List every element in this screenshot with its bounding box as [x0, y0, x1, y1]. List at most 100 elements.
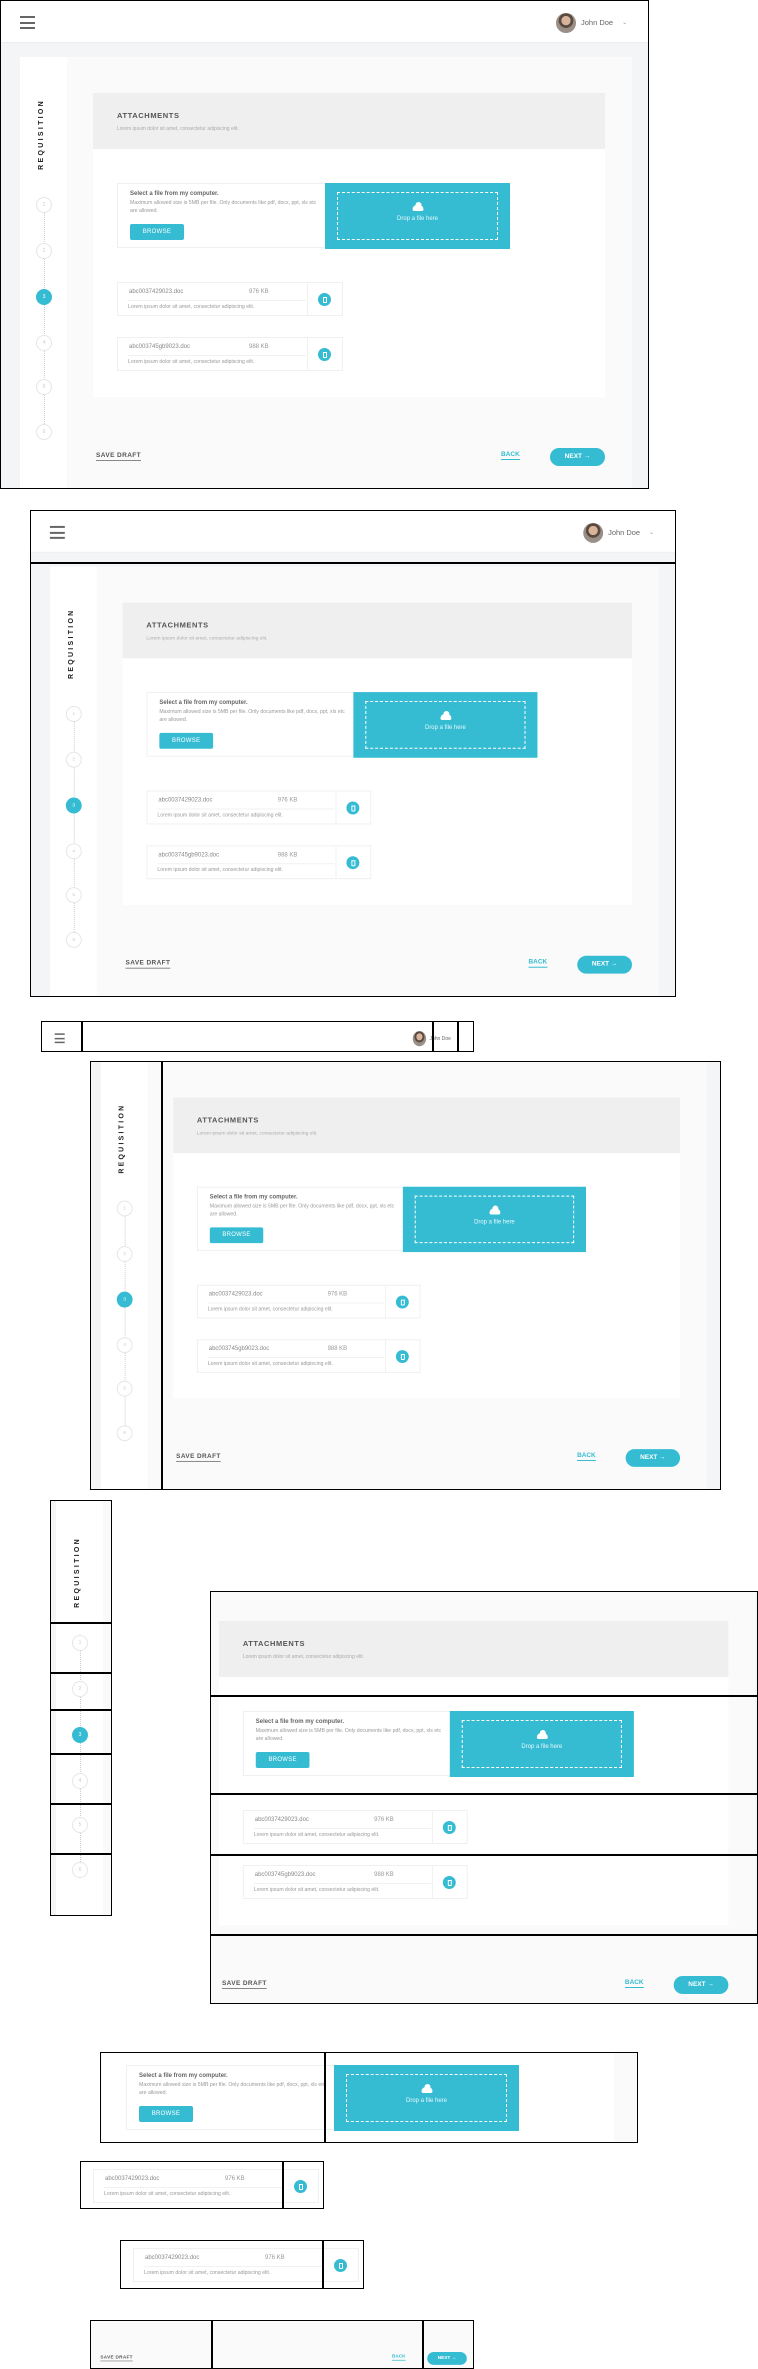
file-description: Lorem ipsum dolor sit amet, consectetur …: [157, 867, 284, 874]
step-6[interactable]: 6: [36, 424, 52, 440]
back-link[interactable]: BACK: [528, 959, 548, 968]
requisition-app: John Doe ⌄ REQUISITION 1 2 3 4 5 6 ATTAC…: [121, 2241, 363, 2288]
hamburger-menu-icon[interactable]: [20, 16, 35, 29]
delete-trash-icon[interactable]: [395, 1295, 409, 1309]
stepper-title: REQUISITION: [74, 1537, 81, 1608]
user-name: John Doe: [581, 18, 614, 27]
user-menu[interactable]: John Doe ⌄: [583, 522, 654, 543]
step-1[interactable]: 1: [65, 706, 82, 722]
section-title: ATTACHMENTS: [242, 1639, 306, 1648]
back-link[interactable]: BACK: [577, 1452, 596, 1461]
screen-full: John Doe ⌄ REQUISITION 1 2 3 4 5 6 ATTAC…: [0, 0, 649, 489]
upload-description: Maximum allowed size is 5MB per file. On…: [209, 1203, 395, 1217]
user-menu[interactable]: John Doe ⌄: [412, 1030, 460, 1046]
step-3-active[interactable]: 3: [116, 1291, 133, 1308]
save-draft-link[interactable]: SAVE DRAFT: [176, 1453, 221, 1462]
browse-button[interactable]: BROWSE: [159, 732, 214, 749]
step-6[interactable]: 6: [65, 931, 82, 948]
drop-zone-label: Drop a file here: [396, 216, 439, 222]
save-draft-link[interactable]: SAVE DRAFT: [221, 1980, 267, 1989]
attachments-panel: ATTACHMENTS Lorem ipsum dolor sit amet, …: [122, 602, 632, 906]
step-3-active[interactable]: 3: [72, 1727, 88, 1743]
attachments-panel: ATTACHMENTS Lorem ipsum dolor sit amet, …: [218, 1621, 729, 1925]
upload-heading: Select a file from my computer.: [139, 2073, 228, 2079]
step-3-active[interactable]: 3: [65, 797, 82, 814]
hamburger-menu-icon[interactable]: [49, 525, 65, 539]
crop-divider: [211, 1695, 757, 1697]
drop-zone[interactable]: Drop a file here: [402, 1186, 586, 1253]
step-5[interactable]: 5: [72, 1817, 88, 1833]
file-size: 988 KB: [277, 852, 298, 859]
file-size: 976 KB: [225, 2176, 245, 2182]
file-item: abc0037429023.doc 976 KB Lorem ipsum dol…: [133, 2248, 359, 2282]
drop-zone[interactable]: Drop a file here: [353, 692, 538, 758]
drop-zone[interactable]: Drop a file here: [325, 183, 510, 249]
step-1[interactable]: 1: [72, 1635, 88, 1651]
step-6[interactable]: 6: [116, 1425, 133, 1442]
step-2[interactable]: 2: [36, 243, 52, 259]
next-button[interactable]: NEXT →: [673, 1976, 729, 1994]
next-button[interactable]: NEXT →: [625, 1449, 681, 1467]
delete-trash-icon[interactable]: [346, 801, 360, 815]
divider: [431, 1866, 433, 1898]
step-4[interactable]: 4: [116, 1337, 133, 1354]
back-link[interactable]: BACK: [501, 451, 520, 460]
requisition-app: John Doe ⌄ REQUISITION 1 2 3 4 5 6 ATTAC…: [211, 1592, 757, 2003]
hamburger-menu-icon[interactable]: [54, 1033, 65, 1044]
drop-zone[interactable]: Drop a file here: [449, 1711, 634, 1777]
delete-trash-icon[interactable]: [334, 2259, 347, 2272]
delete-trash-icon[interactable]: [294, 2180, 307, 2193]
step-5[interactable]: 5: [65, 887, 82, 904]
step-5[interactable]: 5: [36, 379, 52, 395]
delete-trash-icon[interactable]: [395, 1350, 409, 1363]
step-2[interactable]: 2: [116, 1246, 133, 1262]
top-header: John Doe ⌄: [31, 511, 675, 553]
step-3-active[interactable]: 3: [36, 289, 52, 305]
screen-copy: John Doe ⌄ REQUISITION 1 2 3 4 5 6 ATTAC…: [30, 510, 676, 997]
crop-divider: [51, 1753, 111, 1755]
crop-divider: [51, 1853, 111, 1855]
stepper-title: REQUISITION: [38, 99, 45, 170]
browse-button[interactable]: BROWSE: [209, 1227, 264, 1244]
next-button[interactable]: NEXT →: [550, 448, 605, 466]
next-button[interactable]: NEXT →: [427, 2351, 467, 2365]
delete-trash-icon[interactable]: [346, 856, 360, 870]
next-button[interactable]: NEXT →: [577, 955, 632, 974]
browse-button[interactable]: BROWSE: [130, 224, 184, 240]
sidebar-crop: John Doe ⌄ REQUISITION 1 2 3 4 5 6 ATTAC…: [50, 1500, 112, 1916]
file-name: abc003745gb9023.doc: [254, 1872, 316, 1878]
user-menu[interactable]: John Doe ⌄: [556, 12, 627, 33]
file-size: 976 KB: [249, 289, 269, 295]
stepper-title: REQUISITION: [118, 1103, 126, 1174]
upload-description: Maximum allowed size is 5MB per file. On…: [255, 1728, 442, 1742]
file-name: abc0037429023.doc: [129, 289, 184, 295]
back-link[interactable]: BACK: [624, 1979, 644, 1988]
file-item: abc003745gb9023.doc 988 KB Lorem ipsum d…: [196, 1339, 421, 1373]
drop-zone-border: Drop a file here: [461, 1720, 622, 1768]
delete-trash-icon[interactable]: [318, 293, 331, 306]
step-1[interactable]: 1: [36, 197, 52, 213]
step-4[interactable]: 4: [65, 843, 82, 860]
save-draft-link[interactable]: SAVE DRAFT: [125, 960, 171, 969]
step-6[interactable]: 6: [72, 1862, 88, 1878]
step-2[interactable]: 2: [65, 751, 82, 768]
browse-button[interactable]: BROWSE: [255, 1752, 310, 1768]
form-card: REQUISITION 1 2 3 4 5 6 ATTACHMENTS Lore…: [211, 1592, 756, 2003]
step-5[interactable]: 5: [116, 1380, 133, 1397]
step-2[interactable]: 2: [72, 1681, 88, 1697]
delete-trash-icon[interactable]: [318, 348, 331, 361]
form-card: REQUISITION 1 2 3 4 5 6 ATTACHMENTS Lore…: [20, 57, 632, 488]
step-4[interactable]: 4: [36, 335, 52, 351]
save-draft-link[interactable]: SAVE DRAFT: [100, 2355, 133, 2362]
upload-heading: Select a file from my computer.: [255, 1719, 345, 1725]
divider: [335, 791, 337, 824]
step-1[interactable]: 1: [116, 1200, 133, 1217]
browse-button[interactable]: BROWSE: [139, 2106, 193, 2122]
file-item: abc0037429023.doc 976 KB Lorem ipsum dol…: [146, 790, 372, 825]
drop-zone[interactable]: Drop a file here: [334, 2065, 519, 2131]
save-draft-link[interactable]: SAVE DRAFT: [96, 452, 142, 461]
delete-trash-icon[interactable]: [442, 1821, 456, 1834]
back-link[interactable]: BACK: [391, 2354, 406, 2361]
step-4[interactable]: 4: [72, 1773, 88, 1789]
delete-trash-icon[interactable]: [442, 1876, 456, 1889]
